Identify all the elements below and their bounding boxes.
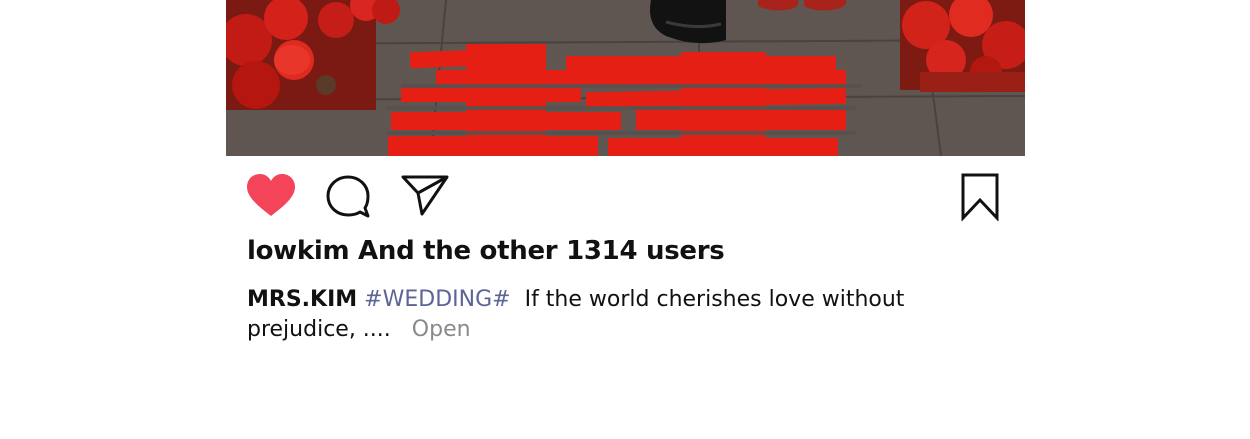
caption-open-link[interactable]: Open: [412, 317, 471, 342]
bookmark-icon[interactable]: [960, 173, 1000, 221]
paper-plane-icon[interactable]: [400, 173, 450, 217]
wedding-photo-image: [226, 0, 1025, 156]
heart-filled-icon[interactable]: [246, 174, 296, 218]
post-photo[interactable]: [226, 0, 1025, 156]
caption-username[interactable]: MRS.KIM: [247, 287, 357, 312]
comment-bubble-icon[interactable]: [326, 175, 370, 219]
post-caption: MRS.KIM #WEDDING# If the world cherishes…: [247, 285, 927, 345]
post-action-bar: [246, 170, 1000, 221]
likes-count-text[interactable]: lowkim And the other 1314 users: [247, 236, 725, 266]
caption-hashtag[interactable]: #WEDDING#: [364, 287, 510, 312]
